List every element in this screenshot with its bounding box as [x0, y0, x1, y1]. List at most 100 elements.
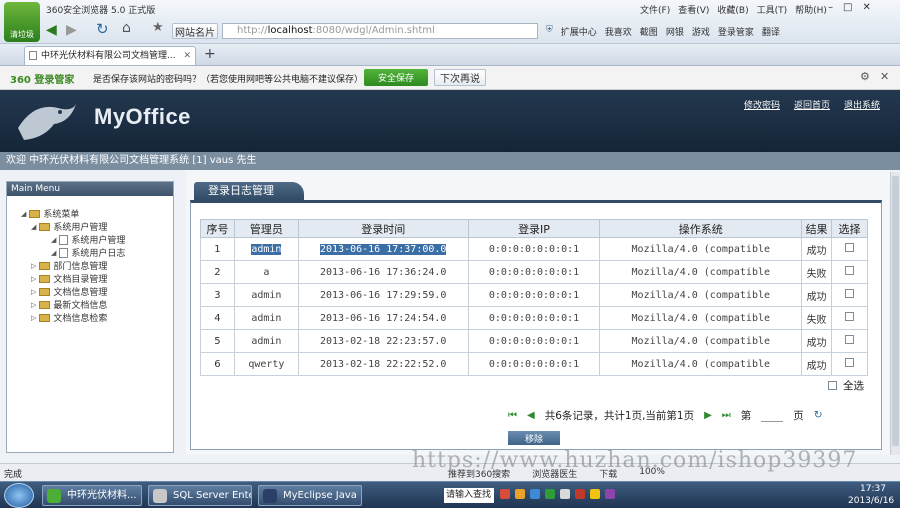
expand-arrow-icon[interactable]: ◢: [31, 223, 36, 231]
expand-arrow-icon[interactable]: ▷: [31, 262, 36, 270]
cell-ip: 0:0:0:0:0:0:0:1: [467, 237, 601, 261]
cell-admin: qwerty: [233, 352, 299, 376]
maximize-icon[interactable]: □: [843, 2, 852, 13]
first-page-icon[interactable]: ⏮: [508, 410, 517, 421]
taskbar-search[interactable]: 请输入查找: [444, 488, 494, 503]
menu-file[interactable]: 文件(F): [640, 3, 670, 16]
table-row[interactable]: 1 admin 2013-06-16 17:37:00.0 0:0:0:0:0:0:0…: [200, 237, 868, 261]
toolbar-banking[interactable]: 网银: [666, 25, 684, 38]
cell-ip: 0:0:0:0:0:0:0:1: [467, 260, 601, 284]
tab-close-icon[interactable]: ✕: [183, 47, 191, 65]
address-bar[interactable]: http://localhost:8080/wdgl/Admin.shtml: [222, 23, 538, 39]
table-row[interactable]: 2 a 2013-06-16 17:36:24.0 0:0:0:0:0:0:0:1 Mo…: [200, 260, 868, 284]
sidebar-item[interactable]: ◢ 系统用户管理: [31, 220, 107, 233]
cell-ip: 0:0:0:0:0:0:0:1: [467, 283, 601, 307]
save-bar-close-icon[interactable]: ✕: [880, 70, 889, 83]
row-checkbox[interactable]: [845, 243, 855, 252]
menu-view[interactable]: 查看(V): [678, 3, 709, 16]
tray-icon[interactable]: [605, 489, 615, 499]
sidebar-item[interactable]: ◢ 系统菜单: [21, 207, 79, 220]
table-row[interactable]: 3 admin 2013-06-16 17:29:59.0 0:0:0:0:0:0:0…: [200, 283, 868, 307]
cell-admin-text: admin: [251, 312, 282, 324]
go-page-icon[interactable]: ↻: [814, 409, 823, 421]
prev-page-icon[interactable]: ◀: [527, 410, 535, 421]
new-tab-icon[interactable]: +: [204, 46, 216, 62]
close-icon[interactable]: ✕: [862, 2, 870, 13]
sidebar-item[interactable]: ▷ 部门信息管理: [31, 259, 107, 272]
shield-icon[interactable]: ⛨: [546, 25, 553, 38]
task-sqlserver[interactable]: SQL Server Ente...: [148, 485, 252, 506]
favorites-button[interactable]: 网站名片: [172, 23, 218, 39]
toolbar-games[interactable]: 游戏: [692, 25, 710, 38]
browser-logo[interactable]: 清垃圾: [4, 2, 40, 42]
change-password-link[interactable]: 修改密码: [744, 98, 780, 111]
minimize-icon[interactable]: –: [828, 2, 833, 13]
row-checkbox[interactable]: [845, 335, 855, 344]
sidebar-item[interactable]: ▷ 最新文档信息: [31, 298, 107, 311]
window-controls: – □ ✕: [828, 2, 871, 13]
cell-no-text: 5: [214, 335, 221, 347]
page-number-input[interactable]: [761, 409, 784, 422]
cell-result-text: 成功: [806, 291, 827, 303]
sidebar-item[interactable]: ▷ 文档信息管理: [31, 285, 107, 298]
row-checkbox[interactable]: [845, 312, 855, 321]
row-checkbox[interactable]: [845, 358, 855, 367]
menu-tools[interactable]: 工具(T): [757, 3, 788, 16]
toolbar-translate[interactable]: 翻译: [762, 25, 780, 38]
tray-icon[interactable]: [575, 489, 585, 499]
sidebar-item[interactable]: ▷ 文档信息检索: [31, 311, 107, 324]
refresh-icon[interactable]: ↻: [96, 20, 109, 38]
expand-arrow-icon[interactable]: ▷: [31, 275, 36, 283]
menu-help[interactable]: 帮助(H): [795, 3, 827, 16]
expand-arrow-icon[interactable]: ▷: [31, 288, 36, 296]
safe-save-button[interactable]: 安全保存: [364, 69, 428, 86]
table-row[interactable]: 5 admin 2013-02-18 22:23:57.0 0:0:0:0:0:0:0…: [200, 329, 868, 353]
row-checkbox[interactable]: [845, 289, 855, 298]
table-row[interactable]: 4 admin 2013-06-16 17:24:54.0 0:0:0:0:0:0:0…: [200, 306, 868, 330]
scrollbar-thumb[interactable]: [892, 176, 899, 446]
back-icon[interactable]: ◀: [46, 22, 57, 38]
page-scrollbar[interactable]: [890, 172, 900, 455]
bullet-icon[interactable]: ◢: [51, 249, 56, 257]
tray-icon[interactable]: [590, 489, 600, 499]
expand-arrow-icon[interactable]: ▷: [31, 301, 36, 309]
menu-favorites[interactable]: 收藏(B): [717, 3, 748, 16]
delete-button[interactable]: 移除: [508, 431, 560, 445]
expand-arrow-icon[interactable]: ▷: [31, 314, 36, 322]
tray-icon[interactable]: [515, 489, 525, 499]
tray-icon[interactable]: [530, 489, 540, 499]
start-button[interactable]: [4, 483, 34, 508]
sidebar-item[interactable]: ◢ 系统用户日志: [51, 246, 125, 259]
cell-result-text: 成功: [806, 360, 827, 372]
last-page-icon[interactable]: ⏭: [722, 410, 731, 421]
browser-tab[interactable]: 中环光伏材料有限公司文档管理... ✕: [24, 46, 196, 65]
task-myeclipse[interactable]: MyEclipse Java ...: [258, 485, 362, 506]
next-page-icon[interactable]: ▶: [704, 410, 712, 421]
toolbar-extensions[interactable]: 扩展中心: [561, 25, 597, 38]
favorites-star-icon[interactable]: ★: [152, 20, 164, 35]
tab-login-log[interactable]: 登录日志管理: [194, 182, 304, 200]
toolbar-like[interactable]: 我喜欢: [605, 25, 632, 38]
select-all-checkbox[interactable]: [828, 381, 837, 390]
home-icon[interactable]: ⌂: [122, 20, 131, 36]
later-button[interactable]: 下次再说: [434, 69, 486, 86]
expand-arrow-icon[interactable]: ◢: [21, 210, 26, 218]
home-link[interactable]: 返回首页: [794, 98, 830, 111]
table-row[interactable]: 6 qwerty 2013-02-18 22:22:52.0 0:0:0:0:0:0:…: [200, 352, 868, 376]
folder-icon: [39, 313, 51, 322]
tray-icon[interactable]: [545, 489, 555, 499]
tray-icon[interactable]: [500, 489, 510, 499]
row-checkbox[interactable]: [845, 266, 855, 275]
cell-result-text: 成功: [806, 337, 827, 349]
sidebar-item[interactable]: ◢ 系统用户管理: [51, 233, 125, 246]
bullet-icon[interactable]: ◢: [51, 236, 56, 244]
select-all[interactable]: 全选: [828, 378, 864, 393]
toolbar-login-manager[interactable]: 登录管家: [718, 25, 754, 38]
forward-icon[interactable]: ▶: [66, 22, 77, 38]
task-browser[interactable]: 中环光伏材料...: [42, 485, 142, 506]
logout-link[interactable]: 退出系统: [844, 98, 880, 111]
sidebar-item[interactable]: ▷ 文档目录管理: [31, 272, 107, 285]
toolbar-screenshot[interactable]: 截图: [640, 25, 658, 38]
tray-icon[interactable]: [560, 489, 570, 499]
settings-gear-icon[interactable]: ⚙: [860, 70, 870, 83]
